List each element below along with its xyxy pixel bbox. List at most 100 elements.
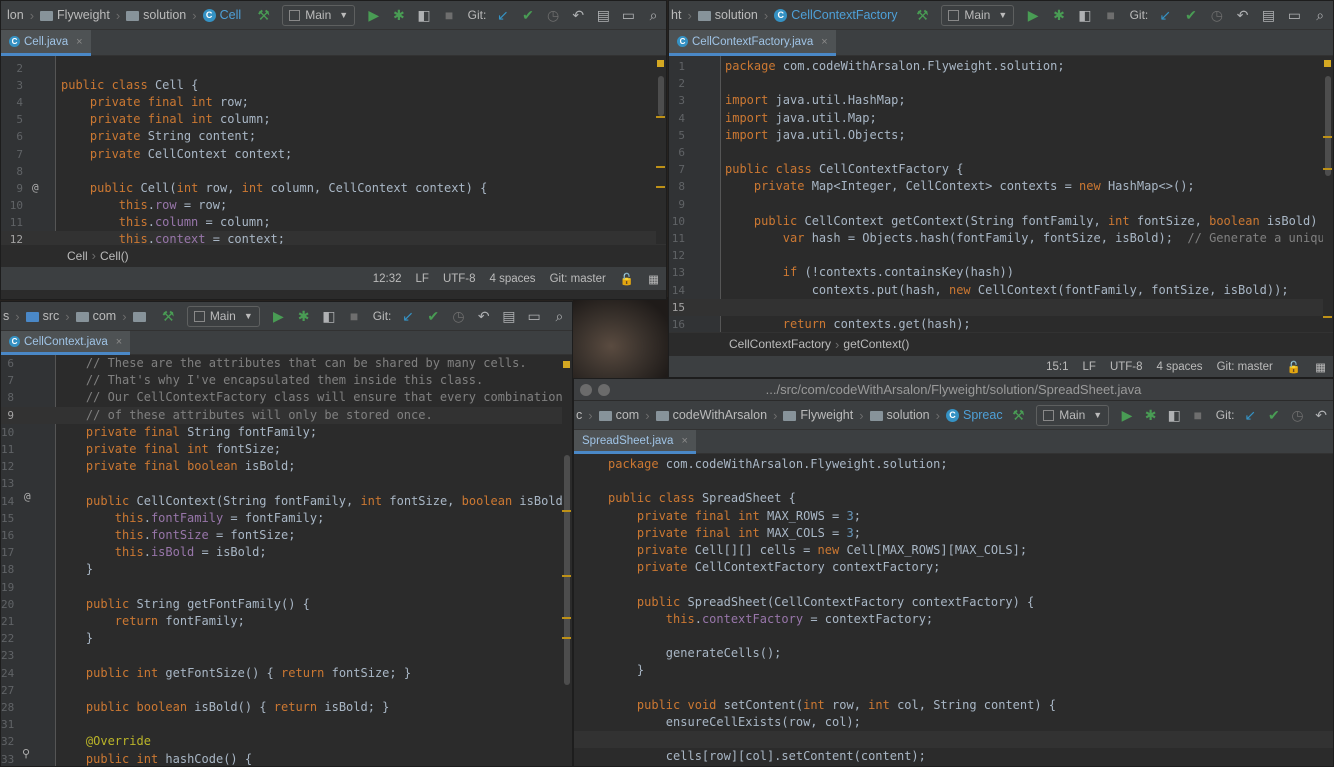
- scrollbar[interactable]: [656, 56, 666, 244]
- run-icon[interactable]: ▶: [1117, 404, 1137, 426]
- debug-icon[interactable]: ✱: [1048, 4, 1070, 26]
- scrollbar[interactable]: [1323, 56, 1333, 332]
- code-line[interactable]: 4 private final int row;: [1, 94, 666, 111]
- code-line[interactable]: 19: [1, 579, 572, 596]
- git-branch[interactable]: Git: master: [1217, 361, 1273, 373]
- code-line[interactable]: 7 public class CellContextFactory {: [669, 161, 1333, 178]
- code-line[interactable]: 10 this.row = row;: [1, 197, 666, 214]
- run-icon[interactable]: ▶: [363, 4, 384, 26]
- breadcrumb-spreadsheet[interactable]: C Spreac: [944, 408, 1005, 422]
- run-config-select[interactable]: Main ▼: [282, 4, 356, 26]
- git-commit-icon[interactable]: ✔: [423, 305, 444, 327]
- breadcrumb-c[interactable]: c: [574, 408, 584, 422]
- code-line[interactable]: private final int MAX_ROWS = 3;: [574, 508, 1333, 525]
- code-line[interactable]: 21 return fontFamily;: [1, 613, 572, 630]
- breadcrumb-lon[interactable]: lon: [5, 8, 26, 22]
- tab-cellcontextfactory-java[interactable]: C CellContextFactory.java ×: [669, 30, 836, 56]
- breadcrumb-com[interactable]: com: [74, 309, 119, 323]
- stop-icon[interactable]: ■: [343, 305, 364, 327]
- code-line[interactable]: 31: [1, 716, 572, 733]
- git-commit-icon[interactable]: ✔: [1264, 404, 1284, 426]
- code-line[interactable]: 11 var hash = Objects.hash(fontFamily, f…: [669, 230, 1333, 247]
- code-line[interactable]: ensureCellExists(row, col);: [574, 714, 1333, 731]
- breadcrumb-s[interactable]: s: [1, 309, 11, 323]
- scrollbar[interactable]: [562, 355, 572, 766]
- memory-icon[interactable]: ▦: [1315, 360, 1326, 374]
- code-line[interactable]: public void setContent(int row, int col,…: [574, 697, 1333, 714]
- code-line[interactable]: 17 this.isBold = isBold;: [1, 544, 572, 561]
- history-icon[interactable]: ◷: [1288, 404, 1308, 426]
- override-icon[interactable]: @: [32, 181, 39, 194]
- code-line[interactable]: 6: [669, 144, 1333, 161]
- code-line[interactable]: 28 public boolean isBold() { return isBo…: [1, 699, 572, 716]
- run-config-select[interactable]: Main ▼: [186, 305, 260, 327]
- coverage-icon[interactable]: ◧: [1164, 404, 1184, 426]
- breadcrumb-codewitharsalon[interactable]: codeWithArsalon: [654, 408, 770, 422]
- code-line[interactable]: 6 private String content;: [1, 128, 666, 145]
- breadcrumb-flyweight[interactable]: Flyweight: [781, 408, 855, 422]
- line-separator[interactable]: LF: [1083, 361, 1096, 373]
- tab-cell-java[interactable]: C Cell.java ×: [1, 30, 91, 56]
- breadcrumb-flyweight[interactable]: Flyweight: [38, 8, 112, 22]
- lock-icon[interactable]: 🔓: [1287, 360, 1301, 374]
- revert-icon[interactable]: ↶: [473, 305, 494, 327]
- code-line[interactable]: 15: [669, 298, 1333, 316]
- search-icon[interactable]: ⌕: [549, 305, 570, 327]
- revert-icon[interactable]: ↶: [1232, 4, 1254, 26]
- file-encoding[interactable]: UTF-8: [1110, 361, 1143, 373]
- caret-position[interactable]: 15:1: [1046, 361, 1068, 373]
- code-line[interactable]: 7 private CellContext context;: [1, 146, 666, 163]
- history-icon[interactable]: ◷: [448, 305, 469, 327]
- code-line[interactable]: 7 // That's why I've encapsulated them i…: [1, 372, 572, 389]
- close-icon[interactable]: ×: [116, 336, 122, 348]
- code-line[interactable]: public class SpreadSheet {: [574, 490, 1333, 507]
- code-line[interactable]: 3 public class Cell {: [1, 77, 666, 94]
- run-icon[interactable]: ▶: [1022, 4, 1044, 26]
- close-icon[interactable]: ×: [681, 435, 687, 447]
- caret-position[interactable]: 12:32: [373, 273, 402, 285]
- hammer-icon[interactable]: ⚒: [158, 305, 179, 327]
- code-line[interactable]: 16 this.fontSize = fontSize;: [1, 527, 572, 544]
- history-icon[interactable]: ◷: [1206, 4, 1228, 26]
- code-line[interactable]: 5 import java.util.Objects;: [669, 127, 1333, 144]
- code-line[interactable]: 11 private final int fontSize;: [1, 441, 572, 458]
- search-icon[interactable]: ⌕: [643, 4, 664, 26]
- close-icon[interactable]: ×: [76, 36, 82, 48]
- terminal-icon[interactable]: ▭: [1283, 4, 1305, 26]
- code-line[interactable]: 10 private final String fontFamily;: [1, 424, 572, 441]
- structure-icon[interactable]: ▤: [1258, 4, 1280, 26]
- coverage-icon[interactable]: ◧: [318, 305, 339, 327]
- breadcrumb-folder[interactable]: [131, 311, 152, 322]
- code-line[interactable]: 2: [669, 75, 1333, 92]
- code-line[interactable]: private final int MAX_COLS = 3;: [574, 525, 1333, 542]
- history-icon[interactable]: ◷: [543, 4, 564, 26]
- implements-icon[interactable]: ⚲: [22, 747, 30, 760]
- code-line[interactable]: 12: [669, 247, 1333, 264]
- code-line[interactable]: this.contextFactory = contextFactory;: [574, 611, 1333, 628]
- code-line[interactable]: [574, 680, 1333, 697]
- structure-icon[interactable]: ▤: [593, 4, 614, 26]
- revert-icon[interactable]: ↶: [1311, 404, 1331, 426]
- code-editor[interactable]: 2 3 public class Cell {4 private final int…: [1, 56, 666, 244]
- debug-icon[interactable]: ✱: [293, 305, 314, 327]
- code-line[interactable]: 10 public CellContext getContext(String …: [669, 213, 1333, 230]
- stop-icon[interactable]: ■: [1100, 4, 1122, 26]
- git-update-icon[interactable]: ↙: [1154, 4, 1176, 26]
- debug-icon[interactable]: ✱: [388, 4, 409, 26]
- breadcrumb-src[interactable]: src: [24, 309, 62, 323]
- close-icon[interactable]: ×: [821, 36, 827, 48]
- breadcrumb-com[interactable]: com: [597, 408, 642, 422]
- stop-icon[interactable]: ■: [439, 4, 460, 26]
- structure-icon[interactable]: ▤: [498, 305, 519, 327]
- code-line[interactable]: 1 package com.codeWithArsalon.Flyweight.s…: [669, 58, 1333, 75]
- git-update-icon[interactable]: ↙: [492, 4, 513, 26]
- code-line[interactable]: 22 }: [1, 630, 572, 647]
- code-line[interactable]: 13: [1, 475, 572, 492]
- code-line[interactable]: 4 import java.util.Map;: [669, 110, 1333, 127]
- file-encoding[interactable]: UTF-8: [443, 273, 476, 285]
- indent-setting[interactable]: 4 spaces: [490, 273, 536, 285]
- code-line[interactable]: 24 public int getFontSize() { return fon…: [1, 665, 572, 682]
- code-editor[interactable]: 6 // These are the attributes that can b…: [1, 355, 572, 766]
- code-line[interactable]: 13 if (!contexts.containsKey(hash)): [669, 264, 1333, 281]
- code-line[interactable]: 12 private final boolean isBold;: [1, 458, 572, 475]
